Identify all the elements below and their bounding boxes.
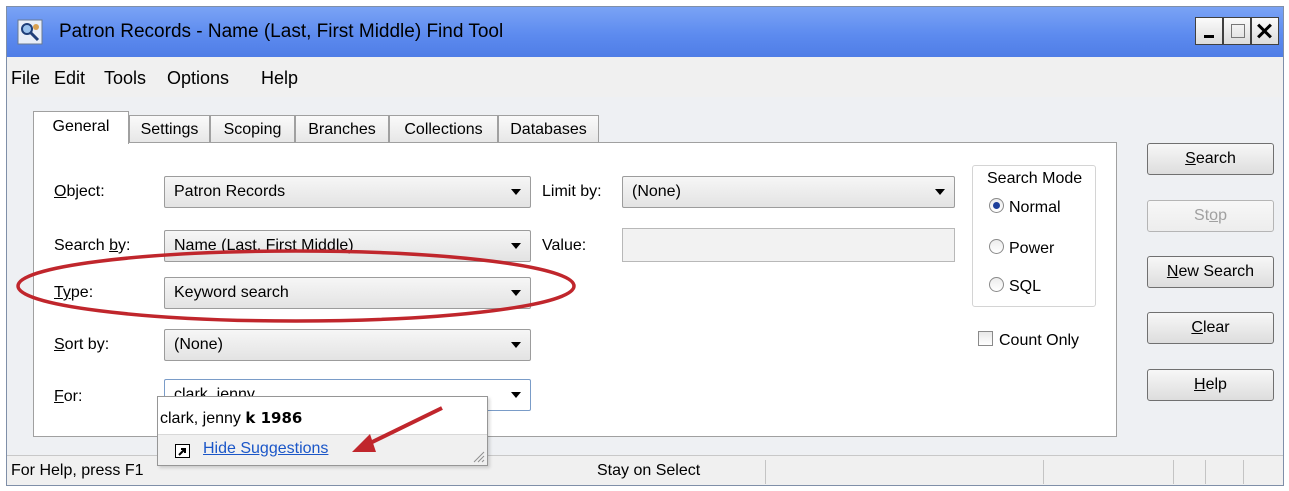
value-label: Value: [542, 237, 587, 254]
sort-by-label: Sort by: [54, 336, 110, 353]
radio-unselected-icon [989, 277, 1004, 292]
tab-collections[interactable]: Collections [389, 115, 498, 143]
status-help-text: For Help, press F1 [11, 462, 144, 479]
sort-by-value: (None) [174, 336, 223, 353]
search-by-dropdown[interactable]: Name (Last, First Middle) [164, 230, 531, 262]
radio-power-label: Power [1009, 240, 1055, 257]
for-label: For: [54, 388, 83, 405]
clear-button[interactable]: Clear [1147, 312, 1274, 344]
chevron-down-icon [511, 342, 521, 348]
chevron-down-icon [511, 243, 521, 249]
radio-sql[interactable]: SQL [989, 277, 1041, 296]
radio-selected-icon [989, 198, 1004, 213]
object-value: Patron Records [174, 183, 286, 200]
limit-by-dropdown[interactable]: (None) [622, 176, 955, 208]
sort-by-dropdown[interactable]: (None) [164, 329, 531, 361]
search-mode-group: Search Mode Normal Power SQL [972, 165, 1096, 307]
chevron-down-icon [935, 189, 945, 195]
chevron-down-icon [511, 189, 521, 195]
count-only-label: Count Only [999, 332, 1080, 349]
status-separator [1043, 460, 1044, 484]
tab-branches[interactable]: Branches [295, 115, 389, 143]
resize-grip-icon[interactable] [471, 449, 485, 463]
chevron-down-icon [511, 392, 521, 398]
close-button[interactable] [1251, 17, 1279, 45]
menu-help[interactable]: Help [261, 68, 298, 89]
type-value: Keyword search [174, 284, 289, 301]
shortcut-arrow-icon [175, 444, 190, 458]
tab-scoping[interactable]: Scoping [210, 115, 295, 143]
status-mode-text: Stay on Select [597, 462, 701, 479]
limit-by-value: (None) [632, 183, 681, 200]
type-label: Type: [54, 284, 94, 301]
value-input[interactable] [622, 228, 955, 262]
radio-power[interactable]: Power [989, 239, 1054, 258]
suggestions-popup: clark, jenny k 1986 Hide Suggestions [157, 396, 488, 466]
radio-normal-label: Normal [1009, 199, 1061, 216]
tab-databases[interactable]: Databases [498, 115, 599, 143]
menu-bar: File Edit Tools Options Help [7, 57, 1283, 97]
search-by-value: Name (Last, First Middle) [174, 237, 354, 254]
radio-unselected-icon [989, 239, 1004, 254]
suggestions-footer: Hide Suggestions [158, 434, 487, 465]
search-by-label: Search by: [54, 237, 131, 254]
magnifier-person-icon [17, 19, 43, 45]
maximize-button[interactable] [1223, 17, 1251, 45]
hide-suggestions-link[interactable]: Hide Suggestions [203, 440, 328, 458]
menu-edit[interactable]: Edit [54, 68, 85, 89]
suggestion-item[interactable]: clark, jenny k 1986 [160, 409, 302, 428]
status-separator [1243, 460, 1244, 484]
menu-tools[interactable]: Tools [104, 68, 146, 89]
status-separator [1173, 460, 1174, 484]
tab-settings[interactable]: Settings [129, 115, 210, 143]
window-title: Patron Records - Name (Last, First Middl… [59, 21, 504, 42]
search-mode-title: Search Mode [987, 170, 1083, 188]
radio-sql-label: SQL [1009, 278, 1042, 295]
checkbox-icon [978, 331, 993, 346]
help-button[interactable]: Help [1147, 369, 1274, 401]
status-separator [765, 460, 766, 484]
object-label: Object: [54, 183, 105, 200]
count-only-checkbox[interactable]: Count Only [978, 331, 1079, 350]
limit-by-label: Limit by: [542, 183, 602, 200]
menu-options[interactable]: Options [167, 68, 229, 89]
general-tab-panel: Object: Patron Records Limit by: (None) … [33, 142, 1117, 437]
search-button[interactable]: Search [1147, 143, 1274, 175]
new-search-button[interactable]: New Search [1147, 256, 1274, 288]
object-dropdown[interactable]: Patron Records [164, 176, 531, 208]
status-separator [1205, 460, 1206, 484]
chevron-down-icon [511, 290, 521, 296]
stop-button[interactable]: Stop [1147, 200, 1274, 232]
title-bar[interactable]: Patron Records - Name (Last, First Middl… [7, 7, 1283, 57]
menu-file[interactable]: File [11, 68, 40, 89]
tab-general[interactable]: General [33, 111, 129, 144]
minimize-button[interactable] [1195, 17, 1223, 45]
type-dropdown[interactable]: Keyword search [164, 277, 531, 309]
radio-normal[interactable]: Normal [989, 198, 1061, 217]
